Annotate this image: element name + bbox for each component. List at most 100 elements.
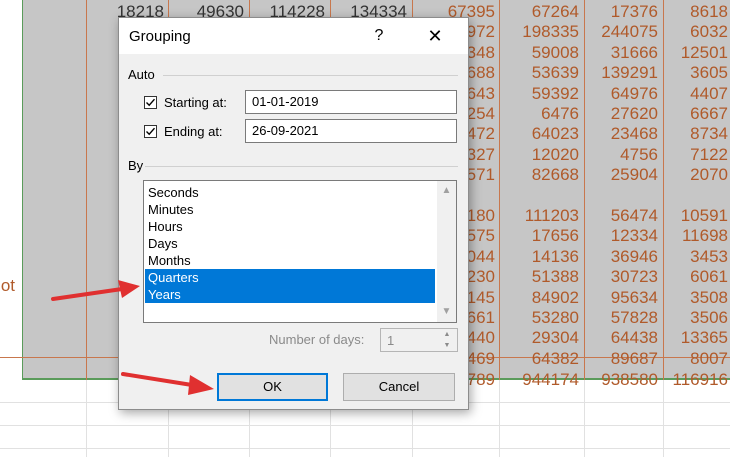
ending-at-label: Ending at: (164, 124, 223, 139)
cell-value[interactable]: 23468 (590, 124, 658, 144)
by-list-item-seconds[interactable]: Seconds (145, 184, 435, 201)
cell-value[interactable]: 4756 (590, 145, 658, 165)
cell-value[interactable]: 59392 (511, 84, 579, 104)
starting-at-checkbox[interactable] (144, 96, 157, 109)
column-border (86, 0, 87, 380)
cell-value[interactable]: 6667 (660, 104, 728, 124)
close-button[interactable]: ✕ (424, 25, 446, 47)
by-list-item-quarters[interactable]: Quarters (145, 269, 435, 286)
cell-value[interactable]: 2070 (660, 165, 728, 185)
by-list-item-months[interactable]: Months (145, 252, 435, 269)
cell-value[interactable]: 116916 (660, 370, 728, 390)
number-of-days-value: 1 (387, 333, 395, 348)
check-icon (146, 98, 156, 107)
cell-value[interactable]: 31666 (590, 43, 658, 63)
cell-value[interactable]: 944174 (511, 370, 579, 390)
by-listbox[interactable]: Seconds Minutes Hours Days Months Quarters Yea… (143, 180, 457, 323)
cell-value[interactable]: 57828 (590, 308, 658, 328)
cell-value[interactable]: 36946 (590, 247, 658, 267)
cell-value[interactable]: 89687 (590, 349, 658, 369)
cell-value[interactable]: 64976 (590, 84, 658, 104)
by-list-item-years[interactable]: Years (145, 286, 435, 303)
grid-row-line (0, 425, 730, 426)
cell-value[interactable]: 17656 (511, 226, 579, 246)
grid-column-line (499, 380, 500, 457)
by-list-item-days[interactable]: Days (145, 235, 435, 252)
by-list-item-hours[interactable]: Hours (145, 218, 435, 235)
spin-down-icon[interactable]: ▼ (437, 340, 457, 351)
check-icon (146, 127, 156, 136)
cell-value[interactable]: 198335 (511, 22, 579, 42)
number-of-days-spinner[interactable]: ▲ ▼ (437, 329, 457, 351)
cell-value[interactable]: 25904 (590, 165, 658, 185)
grid-column-line (86, 380, 87, 457)
cell-value[interactable]: 56474 (590, 206, 658, 226)
cancel-button[interactable]: Cancel (343, 373, 455, 401)
starting-at-label: Starting at: (164, 95, 227, 110)
annotation-arrow-icon (51, 280, 140, 301)
cell-value[interactable]: 13365 (660, 328, 728, 348)
cell-value[interactable]: 111203 (511, 206, 579, 226)
cell-value[interactable]: 53280 (511, 308, 579, 328)
cell-value[interactable]: 6032 (660, 22, 728, 42)
cell-value[interactable]: 14136 (511, 247, 579, 267)
by-list-item-minutes[interactable]: Minutes (145, 201, 435, 218)
cell-value[interactable]: 30723 (590, 267, 658, 287)
cell-value[interactable]: 12020 (511, 145, 579, 165)
scroll-down-icon[interactable]: ▼ (437, 303, 456, 320)
starting-at-input[interactable]: 01-01-2019 (245, 90, 457, 114)
cell-value[interactable]: 84902 (511, 288, 579, 308)
cell-value[interactable]: 4407 (660, 84, 728, 104)
cell-value[interactable]: 12334 (590, 226, 658, 246)
cell-value[interactable]: 6476 (511, 104, 579, 124)
grouping-dialog: Grouping ? ✕ Auto Starting at: 01-01-201… (118, 17, 469, 410)
ending-at-input[interactable]: 26-09-2021 (245, 119, 457, 143)
spin-up-icon[interactable]: ▲ (437, 329, 457, 340)
ending-at-checkbox[interactable] (144, 125, 157, 138)
help-button[interactable]: ? (369, 26, 389, 46)
cell-value[interactable]: 64438 (590, 328, 658, 348)
cell-value[interactable]: 67264 (511, 2, 579, 22)
cell-value[interactable]: 6061 (660, 267, 728, 287)
cell-value[interactable]: 82668 (511, 165, 579, 185)
cell-value[interactable]: 64023 (511, 124, 579, 144)
grid-row-line (0, 448, 730, 449)
cell-value[interactable]: 8007 (660, 349, 728, 369)
cell-value[interactable]: 29304 (511, 328, 579, 348)
dialog-title: Grouping (129, 28, 191, 45)
cell-value[interactable]: 139291 (590, 63, 658, 83)
cell-value[interactable]: 95634 (590, 288, 658, 308)
ok-button[interactable]: OK (217, 373, 328, 401)
column-border (584, 0, 585, 380)
cell-value[interactable]: 64382 (511, 349, 579, 369)
cell-value[interactable]: 8734 (660, 124, 728, 144)
number-of-days-label: Number of days: (269, 332, 365, 347)
cell-value[interactable]: 10591 (660, 206, 728, 226)
cell-value[interactable]: 244075 (590, 22, 658, 42)
cell-value[interactable]: 51388 (511, 267, 579, 287)
cell-value[interactable]: 938580 (590, 370, 658, 390)
row-label-stub: ot (0, 276, 15, 295)
cell-value[interactable]: 12501 (660, 43, 728, 63)
cell-value[interactable]: 59008 (511, 43, 579, 63)
cell-value[interactable]: 3506 (660, 308, 728, 328)
cell-value[interactable]: 3453 (660, 247, 728, 267)
number-of-days-input[interactable]: 1 ▲ ▼ (380, 328, 458, 352)
cell-value[interactable]: 7122 (660, 145, 728, 165)
cell-value[interactable]: 3508 (660, 288, 728, 308)
dialog-titlebar[interactable]: Grouping ? ✕ (119, 18, 468, 54)
by-divider (145, 166, 458, 167)
cell-value[interactable]: 27620 (590, 104, 658, 124)
column-border (499, 0, 500, 380)
auto-section-label: Auto (128, 67, 155, 82)
cell-value[interactable]: 17376 (590, 2, 658, 22)
cell-value[interactable]: 3605 (660, 63, 728, 83)
row-header-area (0, 0, 23, 380)
listbox-scrollbar[interactable]: ▲ ▼ (437, 181, 456, 322)
grid-column-line (584, 380, 585, 457)
cell-value[interactable]: 8618 (660, 2, 728, 22)
cell-value[interactable]: 53639 (511, 63, 579, 83)
by-section-label: By (128, 158, 144, 173)
cell-value[interactable]: 11698 (660, 226, 728, 246)
scroll-up-icon[interactable]: ▲ (437, 182, 456, 199)
